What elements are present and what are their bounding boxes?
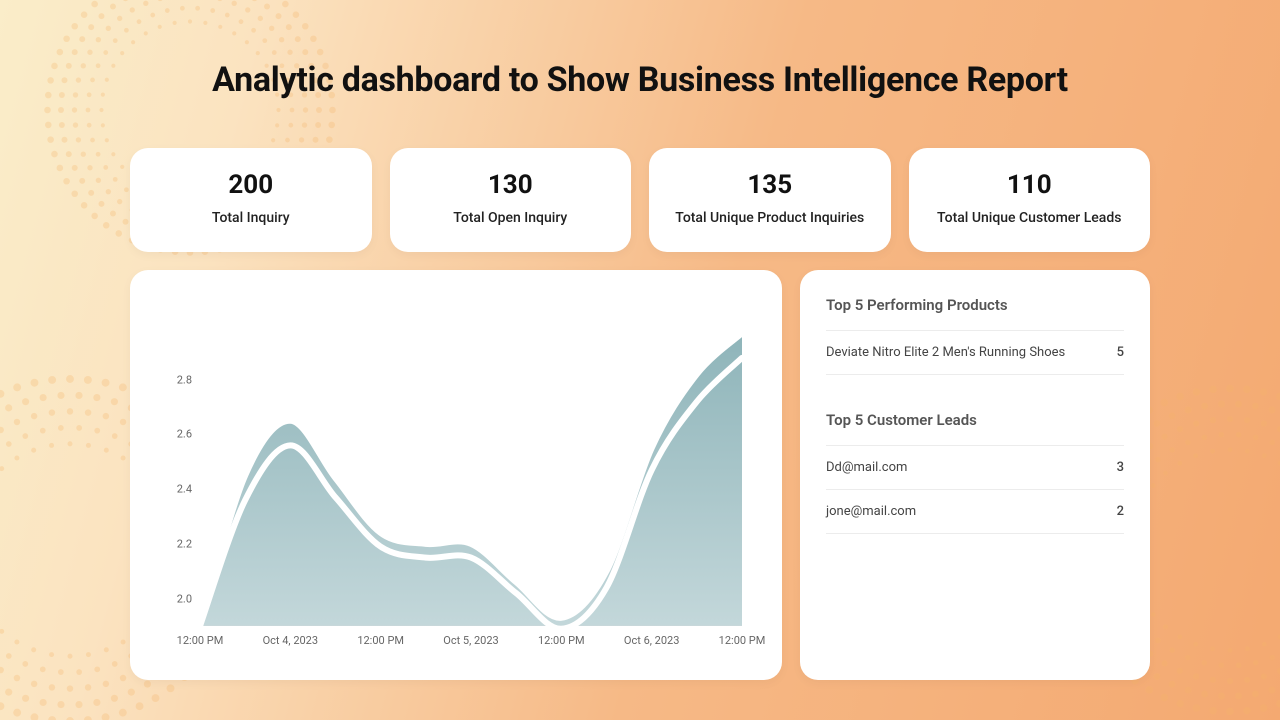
stat-label: Total Unique Product Inquiries	[667, 210, 873, 226]
side-panel: Top 5 Performing Products Deviate Nitro …	[800, 270, 1150, 680]
trend-chart: 2.0 2.2 2.4 2.6 2.8 12:00 PM Oct 4, 2023 12:00…	[160, 300, 752, 662]
product-row: Deviate Nitro Elite 2 Men's Running Shoe…	[826, 330, 1124, 375]
y-tick: 2.2	[177, 537, 192, 550]
lead-count: 3	[1117, 460, 1124, 475]
stat-label: Total Open Inquiry	[408, 210, 614, 226]
x-tick: 12:00 PM	[538, 634, 585, 647]
top-products-list: Deviate Nitro Elite 2 Men's Running Shoe…	[826, 330, 1124, 375]
stat-value: 200	[148, 170, 354, 200]
page-title: Analytic dashboard to Show Business Inte…	[130, 60, 1150, 100]
product-count: 5	[1117, 345, 1124, 360]
y-tick: 2.0	[177, 592, 192, 605]
stat-card-total-inquiry: 200 Total Inquiry	[130, 148, 372, 252]
x-tick: Oct 6, 2023	[624, 634, 679, 647]
stat-value: 135	[667, 170, 873, 200]
x-tick: Oct 4, 2023	[263, 634, 318, 647]
x-tick: 12:00 PM	[177, 634, 224, 647]
y-tick: 2.4	[177, 483, 192, 496]
top-leads-list: Dd@mail.com3jone@mail.com2	[826, 445, 1124, 534]
lead-name: jone@mail.com	[826, 504, 1117, 519]
chart-panel: 2.0 2.2 2.4 2.6 2.8 12:00 PM Oct 4, 2023 12:00…	[130, 270, 782, 680]
product-name: Deviate Nitro Elite 2 Men's Running Shoe…	[826, 345, 1117, 360]
stat-value: 130	[408, 170, 614, 200]
y-tick: 2.8	[177, 373, 192, 386]
x-tick: Oct 5, 2023	[443, 634, 498, 647]
lead-count: 2	[1117, 504, 1124, 519]
top-products-title: Top 5 Performing Products	[826, 296, 1124, 314]
lead-row: jone@mail.com2	[826, 489, 1124, 534]
stat-card-customer-leads: 110 Total Unique Customer Leads	[909, 148, 1151, 252]
stat-cards: 200 Total Inquiry 130 Total Open Inquiry…	[130, 148, 1150, 252]
stat-label: Total Inquiry	[148, 210, 354, 226]
x-tick: 12:00 PM	[357, 634, 404, 647]
lead-row: Dd@mail.com3	[826, 445, 1124, 489]
stat-label: Total Unique Customer Leads	[927, 210, 1133, 226]
stat-value: 110	[927, 170, 1133, 200]
x-tick: 12:00 PM	[719, 634, 766, 647]
top-leads-title: Top 5 Customer Leads	[826, 411, 1124, 429]
stat-card-open-inquiry: 130 Total Open Inquiry	[390, 148, 632, 252]
lead-name: Dd@mail.com	[826, 460, 1117, 475]
stat-card-unique-product: 135 Total Unique Product Inquiries	[649, 148, 891, 252]
y-tick: 2.6	[177, 428, 192, 441]
